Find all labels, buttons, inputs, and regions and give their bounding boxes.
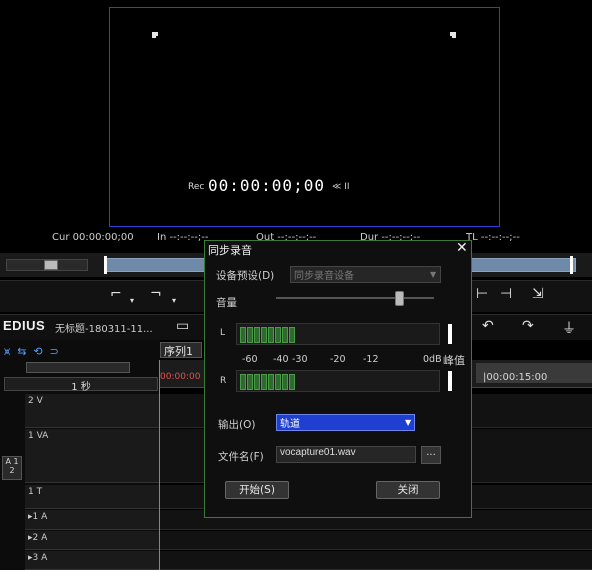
meter-segment <box>254 327 260 343</box>
export-icon[interactable]: ⇲ <box>532 286 544 302</box>
volume-slider[interactable] <box>276 297 434 299</box>
ruler-time-label: |00:00:15:00 <box>483 372 548 383</box>
cur-timecode: Cur 00:00:00;00 <box>52 232 134 243</box>
preset-label: 设备预设(D) <box>216 270 275 282</box>
in-timecode: In --:--:--;-- <box>157 232 209 243</box>
peak-label: 峰值 <box>443 354 465 367</box>
marker-icon[interactable]: ⏚ <box>562 318 576 338</box>
project-title: 无标题-180311-11... <box>55 324 153 335</box>
meter-segment <box>289 327 295 343</box>
volume-label: 音量 <box>216 297 237 309</box>
meter-left-label: L <box>220 328 226 338</box>
track-header[interactable]: 1 T <box>25 485 160 509</box>
app-logo: EDIUS <box>3 318 46 333</box>
meter-segment <box>254 374 260 390</box>
start-button[interactable]: 开始(S) <box>225 481 289 499</box>
meter-segment <box>282 327 288 343</box>
scale-label: -60 <box>242 354 258 365</box>
scale-label: -40 <box>273 354 289 365</box>
rec-label: Rec <box>188 182 205 192</box>
meter-segment <box>261 327 267 343</box>
meter-segment <box>268 374 274 390</box>
meter-segment <box>282 374 288 390</box>
scale-label: -30 <box>292 354 308 365</box>
preset-select[interactable]: 同步录音设备 <box>290 266 441 283</box>
meter-segment <box>240 327 246 343</box>
filename-input[interactable]: vocapture01.wav <box>276 446 416 463</box>
timeline-tool-icons[interactable]: ⩙ ⇆ ⟲ ⊃ <box>4 345 154 359</box>
level-meter-right <box>236 370 440 392</box>
browse-button[interactable]: ... <box>421 446 441 464</box>
meter-segment <box>261 374 267 390</box>
track-name: ▸1 A <box>28 512 48 522</box>
volume-slider-thumb[interactable] <box>395 291 404 306</box>
track-lane[interactable] <box>160 531 592 550</box>
track-lane[interactable] <box>160 551 592 570</box>
track-header[interactable]: 2 V <box>25 394 160 428</box>
new-icon[interactable]: ▭ <box>176 318 189 334</box>
output-label: 输出(O) <box>218 419 256 431</box>
meter-segment <box>240 374 246 390</box>
meter-segment <box>289 374 295 390</box>
filename-label: 文件名(F) <box>218 451 264 463</box>
track-name: 2 V <box>28 396 43 406</box>
meter-right-label: R <box>220 376 227 386</box>
track-header[interactable]: 1 VA <box>25 429 160 483</box>
dialog-title: 同步录音 <box>208 244 252 257</box>
meter-segment <box>268 327 274 343</box>
ttl-timecode: TL --:--:--;-- <box>466 232 520 243</box>
chevron-down-icon[interactable]: ▾ <box>172 296 176 305</box>
safe-area-corner-tr <box>450 32 456 38</box>
position-bar-out-marker[interactable] <box>570 256 573 274</box>
peak-indicator-right <box>448 371 452 391</box>
zoom-select[interactable]: 1 秒 <box>4 377 158 393</box>
track-name: 1 VA <box>28 431 49 441</box>
ruler-start-label: 00:00:00 <box>160 372 201 382</box>
scale-label: -12 <box>363 354 379 365</box>
overwrite-icon[interactable]: ⊣ <box>500 286 512 302</box>
chevron-down-icon: ▼ <box>405 418 412 427</box>
shuttle-slider-thumb[interactable] <box>44 260 58 270</box>
redo-icon[interactable]: ↷ <box>522 318 534 334</box>
track-patch[interactable]: A 1 2 <box>2 456 22 480</box>
scale-label: -20 <box>330 354 346 365</box>
insert-icon[interactable]: ⊢ <box>476 286 488 302</box>
set-in-icon[interactable]: ⌐ <box>110 286 122 302</box>
undo-icon[interactable]: ↶ <box>482 318 494 334</box>
timecode-suffix: ≪ II <box>332 182 350 192</box>
timecode-display: 00:00:00;00 <box>208 176 325 195</box>
close-button[interactable]: 关闭 <box>376 481 440 499</box>
output-select[interactable]: 轨道 <box>276 414 415 431</box>
set-out-icon[interactable]: ¬ <box>150 286 162 302</box>
meter-segment <box>247 327 253 343</box>
meter-segment <box>275 374 281 390</box>
close-icon[interactable]: ✕ <box>456 240 468 256</box>
timeline-cursor[interactable] <box>159 360 160 570</box>
peak-indicator-left <box>448 324 452 344</box>
scale-label: 0dB <box>423 354 442 365</box>
level-meter-left <box>236 323 440 345</box>
track-header[interactable]: ▸1 A <box>25 510 160 530</box>
chevron-down-icon[interactable]: ▾ <box>130 296 134 305</box>
meter-segment <box>247 374 253 390</box>
track-name: ▸3 A <box>28 553 48 563</box>
track-name: ▸2 A <box>28 533 48 543</box>
meter-segment <box>275 327 281 343</box>
zoom-slider[interactable] <box>26 362 130 373</box>
track-name: 1 T <box>28 487 43 497</box>
position-bar-in-marker[interactable] <box>104 256 107 274</box>
track-header[interactable]: ▸3 A <box>25 551 160 570</box>
chevron-down-icon: ▼ <box>430 270 437 279</box>
safe-area-corner-tl <box>152 32 158 38</box>
track-header[interactable]: ▸2 A <box>25 531 160 550</box>
tab-sequence1[interactable]: 序列1 <box>160 342 202 358</box>
